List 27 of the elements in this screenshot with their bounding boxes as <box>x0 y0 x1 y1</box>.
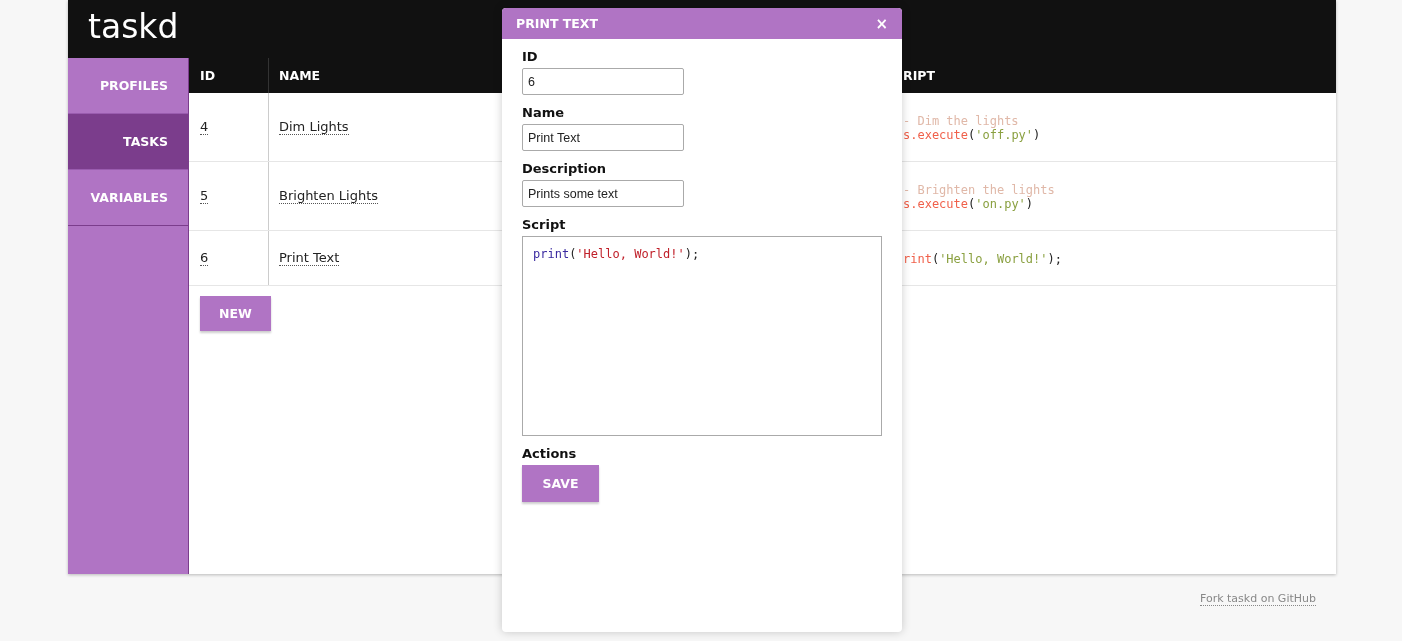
script-editor[interactable]: print('Hello, World!'); <box>522 236 882 436</box>
column-header: RIPT <box>903 68 935 83</box>
input-field[interactable]: Prints some text <box>522 180 684 207</box>
code-line: rint('Hello, World!'); <box>903 252 1062 266</box>
dialog-title: PRINT TEXT <box>516 16 598 31</box>
name-link[interactable]: Dim Lights <box>279 119 349 135</box>
input-field[interactable]: 6 <box>522 68 684 95</box>
field-label: ID <box>522 49 538 65</box>
id-link[interactable]: 5 <box>200 188 209 204</box>
field-label: Description <box>522 161 607 177</box>
id-link[interactable]: 4 <box>200 119 209 135</box>
code-line: s.execute('on.py') <box>903 197 1034 211</box>
code-line: s.execute('off.py') <box>903 128 1041 142</box>
field-label: Name <box>522 105 564 121</box>
name-link[interactable]: Print Text <box>279 250 340 266</box>
column-header: ID <box>200 68 216 83</box>
column-header: NAME <box>279 68 321 83</box>
name-link[interactable]: Brighten Lights <box>279 188 379 204</box>
nav-item[interactable]: TASKS <box>68 114 188 170</box>
code-line: print('Hello, World!'); <box>533 247 701 261</box>
code-line: - Dim the lights <box>903 114 1019 128</box>
field-label: Actions <box>522 446 577 462</box>
field-label: Script <box>522 217 566 233</box>
input-field[interactable]: Print Text <box>522 124 684 151</box>
app-logo: taskd <box>88 7 179 47</box>
id-link[interactable]: 6 <box>200 250 209 266</box>
code-line: - Brighten the lights <box>903 183 1055 197</box>
